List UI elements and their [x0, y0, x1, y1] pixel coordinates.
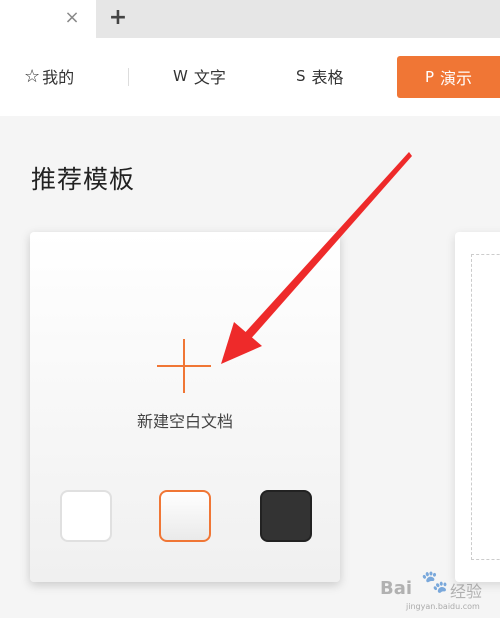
- watermark-url: jingyan.baidu.com: [406, 602, 480, 611]
- paw-icon: 🐾: [421, 570, 449, 595]
- watermark-brand-right: 经验: [450, 582, 483, 601]
- annotation-arrow: [221, 152, 412, 364]
- watermark-brand-left: Bai: [380, 578, 413, 599]
- watermark: Bai 🐾 经验 jingyan.baidu.com: [380, 570, 500, 614]
- arrow-shaft: [242, 152, 412, 342]
